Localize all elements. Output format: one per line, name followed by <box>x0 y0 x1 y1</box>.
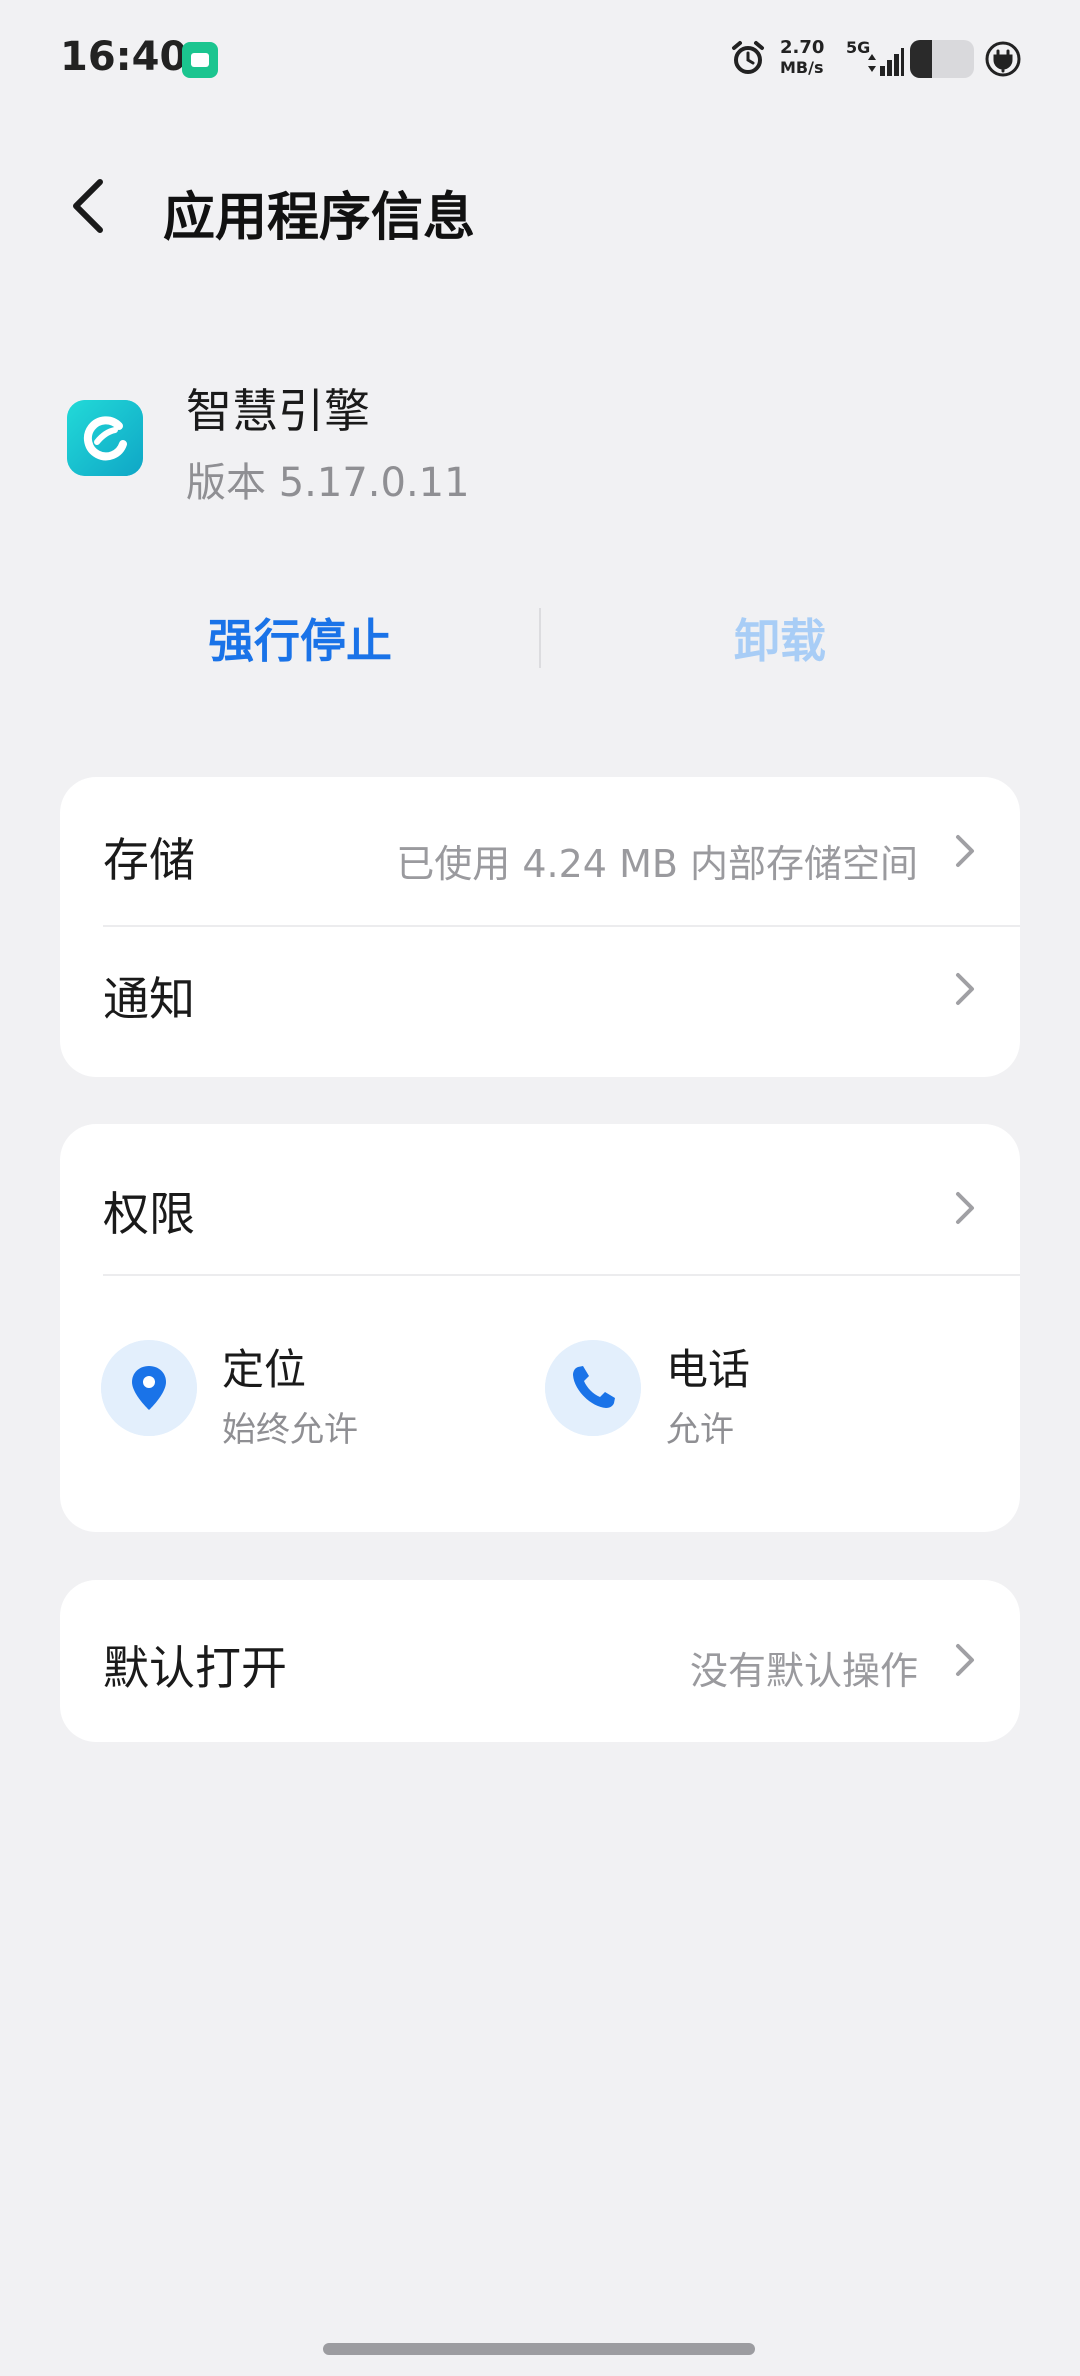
app-version: 版本 5.17.0.11 <box>186 460 470 506</box>
permission-status: 允许 <box>666 1410 734 1450</box>
permissions-card: 权限 定位 始终允许 电话 允许 <box>60 1124 1020 1532</box>
chevron-right-icon <box>956 1644 974 1676</box>
network-speed-value: 2.70 <box>780 37 825 58</box>
chevron-right-icon <box>956 973 974 1005</box>
alarm-icon <box>732 41 764 74</box>
network-speed-unit: MB/s <box>780 58 824 77</box>
network-speed: 2.70 MB/s <box>780 38 824 78</box>
location-icon <box>101 1340 197 1436</box>
app-icon <box>67 400 143 476</box>
battery-icon <box>910 40 974 78</box>
default-open-label: 默认打开 <box>103 1641 287 1695</box>
status-time: 16:40 <box>60 34 188 80</box>
divider <box>103 1274 1020 1276</box>
force-stop-button[interactable]: 强行停止 <box>120 605 480 671</box>
notification-label: 通知 <box>103 972 195 1026</box>
default-open-value: 没有默认操作 <box>689 1649 918 1693</box>
app-name: 智慧引擎 <box>186 384 370 438</box>
home-indicator[interactable] <box>323 2343 755 2355</box>
default-open-row[interactable]: 默认打开 没有默认操作 <box>60 1580 1020 1742</box>
storage-notification-card: 存储 已使用 4.24 MB 内部存储空间 通知 <box>60 777 1020 1077</box>
chevron-right-icon <box>956 835 974 867</box>
notification-row[interactable]: 通知 <box>60 927 1020 1077</box>
permissions-label: 权限 <box>103 1187 195 1241</box>
status-bar: 16:40 2.70 MB/s 5G <box>0 0 1080 120</box>
charging-icon <box>985 41 1021 77</box>
storage-label: 存储 <box>103 833 195 887</box>
back-button[interactable] <box>60 170 120 242</box>
uninstall-button[interactable]: 卸载 <box>600 605 960 671</box>
page-title: 应用程序信息 <box>163 188 476 248</box>
storage-value: 已使用 4.24 MB 内部存储空间 <box>396 842 918 886</box>
default-open-card: 默认打开 没有默认操作 <box>60 1580 1020 1742</box>
action-divider <box>539 608 541 668</box>
permission-status: 始终允许 <box>222 1410 358 1450</box>
battery-level-fill <box>910 40 933 78</box>
permissions-row[interactable]: 权限 <box>60 1124 1020 1274</box>
signal-icon <box>868 48 904 76</box>
permission-name: 定位 <box>222 1345 307 1394</box>
permission-name: 电话 <box>666 1345 751 1394</box>
storage-row[interactable]: 存储 已使用 4.24 MB 内部存储空间 <box>60 777 1020 925</box>
phone-icon <box>545 1340 641 1436</box>
chevron-right-icon <box>956 1192 974 1224</box>
app-notification-icon <box>182 42 218 78</box>
